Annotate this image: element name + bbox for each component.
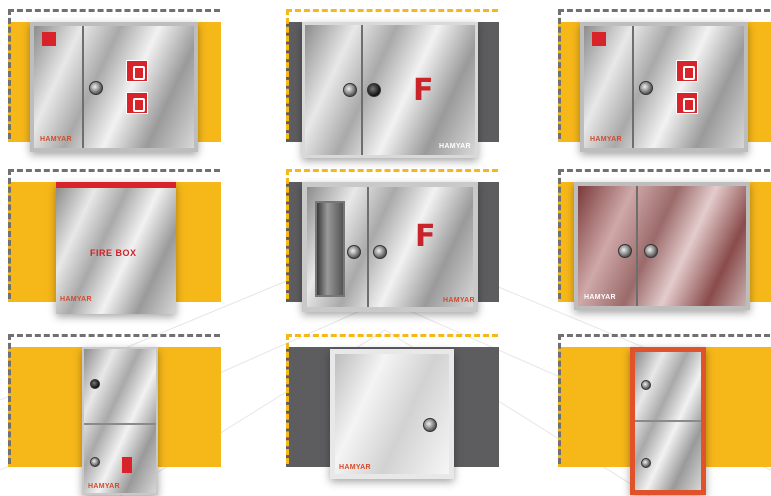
cabinet-tile-7: HAMYAR: [0, 325, 240, 495]
cabinet-label: FIRE BOX: [90, 248, 137, 258]
door-split: [635, 420, 701, 422]
dashed-border-top: [8, 334, 220, 337]
door-split: [82, 26, 84, 148]
dashed-border-top: [286, 334, 498, 337]
fire-hose-sign-icon: [676, 60, 698, 82]
dashed-border-top: [558, 334, 770, 337]
dashed-border-top: [8, 169, 220, 172]
fire-extinguisher-sign-icon: [126, 92, 148, 114]
door-handle-icon: [90, 457, 100, 467]
cabinet-window: [315, 201, 345, 297]
dashed-border-top: [558, 9, 770, 12]
door-split: [636, 186, 638, 306]
dashed-border-top: [286, 169, 498, 172]
door-handle-icon: [423, 418, 437, 432]
door-handle-icon: [343, 83, 357, 97]
door-split: [84, 423, 156, 425]
fire-hose-sign-icon: [42, 32, 56, 46]
cabinet-label: F: [415, 219, 436, 254]
fire-cabinet-image: HAMYAR: [82, 347, 158, 495]
dashed-border-left: [558, 169, 561, 299]
door-split: [367, 187, 369, 307]
fire-cabinet-image: HAMYAR: [574, 182, 750, 310]
cabinet-tile-1: HAMYAR: [0, 0, 240, 160]
dashed-border-top: [8, 9, 220, 12]
dashed-border-left: [8, 9, 11, 139]
door-handle-icon: [347, 245, 361, 259]
fire-hose-sign-icon: [592, 32, 606, 46]
cabinet-tile-9: [550, 325, 771, 495]
fire-cabinet-image: HAMYAR: [330, 349, 454, 479]
dashed-border-left: [558, 334, 561, 464]
door-handle-icon: [367, 83, 381, 97]
fire-cabinet-image: HAMYAR: [30, 22, 198, 152]
cabinet-label: F: [413, 73, 434, 108]
fire-extinguisher-sign-icon: [122, 457, 132, 473]
fire-cabinet-image: [630, 347, 706, 495]
brand-label: HAMYAR: [443, 297, 475, 304]
dashed-border-top: [558, 169, 770, 172]
door-split: [632, 26, 634, 148]
brand-label: HAMYAR: [439, 143, 471, 150]
door-handle-icon: [641, 380, 651, 390]
door-handle-icon: [373, 245, 387, 259]
brand-label: HAMYAR: [339, 464, 371, 471]
door-split: [361, 25, 363, 155]
door-handle-icon: [644, 244, 658, 258]
dashed-border-left: [558, 9, 561, 139]
dashed-border-top: [286, 9, 498, 12]
cabinet-tile-2: F HAMYAR: [278, 0, 518, 160]
dashed-border-left: [8, 334, 11, 464]
fire-hose-sign-icon: [126, 60, 148, 82]
door-handle-icon: [618, 244, 632, 258]
fire-cabinet-image: F HAMYAR: [302, 22, 478, 158]
cabinet-tile-5: F HAMYAR: [278, 160, 518, 320]
fire-cabinet-image: HAMYAR: [580, 22, 748, 152]
door-handle-icon: [639, 81, 653, 95]
brand-label: HAMYAR: [584, 294, 616, 301]
cabinet-tile-6: HAMYAR: [550, 160, 771, 320]
fire-cabinet-image: FIRE BOX HAMYAR: [56, 182, 176, 314]
door-handle-icon: [641, 458, 651, 468]
dashed-border-left: [286, 334, 289, 464]
door-handle-icon: [89, 81, 103, 95]
brand-label: HAMYAR: [40, 136, 72, 143]
dashed-border-left: [286, 9, 289, 139]
cabinet-tile-4: FIRE BOX HAMYAR: [0, 160, 240, 320]
brand-label: HAMYAR: [60, 296, 92, 303]
cabinet-tile-8: HAMYAR: [278, 325, 518, 485]
dashed-border-left: [8, 169, 11, 299]
fire-cabinet-image: F HAMYAR: [302, 182, 478, 312]
fire-extinguisher-sign-icon: [676, 92, 698, 114]
cabinet-tile-3: HAMYAR: [550, 0, 771, 160]
brand-label: HAMYAR: [590, 136, 622, 143]
dashed-border-left: [286, 169, 289, 299]
door-handle-icon: [90, 379, 100, 389]
brand-label: HAMYAR: [88, 483, 120, 490]
